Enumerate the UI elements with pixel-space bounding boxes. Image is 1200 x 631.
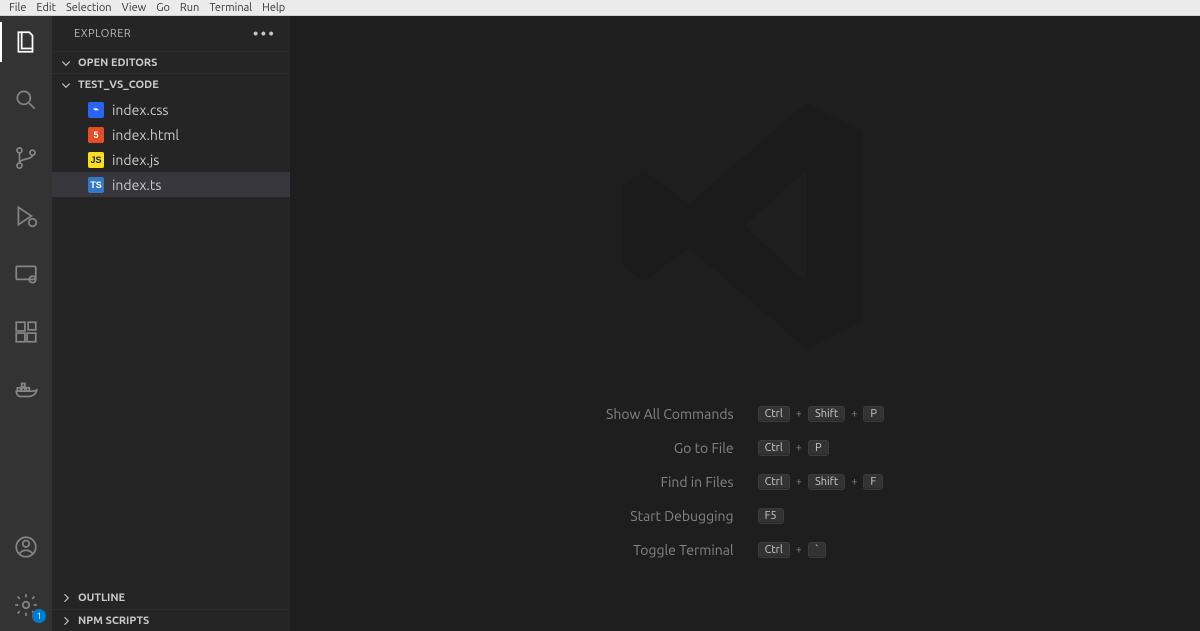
- kbd-key: `: [808, 542, 826, 558]
- vscode-watermark-icon: [605, 86, 885, 366]
- plus-icon: +: [796, 408, 802, 420]
- section-npm-scripts[interactable]: NPM SCRIPTS: [52, 609, 290, 631]
- menu-bar: File Edit Selection View Go Run Terminal…: [0, 0, 1200, 16]
- remote-icon: [13, 261, 39, 287]
- section-workspace[interactable]: TEST_VS_CODE: [52, 73, 290, 95]
- kbd-key: Ctrl: [758, 474, 790, 490]
- shortcut-keys: Ctrl + P: [758, 440, 884, 456]
- file-name: index.html: [112, 127, 179, 143]
- section-label: OUTLINE: [78, 592, 125, 604]
- menu-go[interactable]: Go: [151, 2, 175, 14]
- activity-bar: 1: [0, 16, 52, 631]
- workbench: 1 EXPLORER ••• OPEN EDITORS TEST_VS_CODE…: [0, 16, 1200, 631]
- section-open-editors[interactable]: OPEN EDITORS: [52, 51, 290, 73]
- file-name: index.css: [112, 102, 168, 118]
- file-name: index.ts: [112, 177, 161, 193]
- files-icon: [13, 29, 39, 55]
- menu-file[interactable]: File: [4, 2, 31, 14]
- activity-docker[interactable]: [0, 370, 52, 410]
- kbd-key: Shift: [808, 474, 845, 490]
- js-file-icon: JS: [88, 152, 104, 168]
- menu-terminal[interactable]: Terminal: [204, 2, 257, 14]
- chevron-down-icon: [60, 79, 72, 91]
- activity-remote[interactable]: [0, 254, 52, 294]
- kbd-key: F5: [758, 508, 784, 524]
- kbd-key: Ctrl: [758, 542, 790, 558]
- branch-icon: [13, 145, 39, 171]
- kbd-key: P: [863, 406, 884, 422]
- search-icon: [13, 87, 39, 113]
- activity-run-debug[interactable]: [0, 196, 52, 236]
- kbd-key: Ctrl: [758, 406, 790, 422]
- menu-view[interactable]: View: [117, 2, 152, 14]
- activity-extensions[interactable]: [0, 312, 52, 352]
- plus-icon: +: [851, 408, 857, 420]
- shortcut-label: Find in Files: [606, 474, 734, 490]
- menu-help[interactable]: Help: [257, 2, 290, 14]
- welcome-shortcuts: Show All Commands Ctrl + Shift + P Go to F…: [606, 406, 884, 558]
- activity-accounts[interactable]: [0, 527, 52, 567]
- section-label: OPEN EDITORS: [78, 57, 157, 69]
- file-name: index.js: [112, 152, 159, 168]
- activity-source-control[interactable]: [0, 138, 52, 178]
- css-file-icon: ⌁: [88, 102, 104, 118]
- activity-explorer[interactable]: [0, 22, 52, 62]
- file-row[interactable]: 5 index.html: [52, 122, 290, 147]
- ts-file-icon: TS: [88, 177, 104, 193]
- kbd-key: Shift: [808, 406, 845, 422]
- shortcut-label: Start Debugging: [606, 508, 734, 524]
- kbd-key: F: [863, 474, 883, 490]
- activity-settings[interactable]: 1: [0, 585, 52, 625]
- extensions-icon: [13, 319, 39, 345]
- editor-area: Show All Commands Ctrl + Shift + P Go to F…: [290, 16, 1200, 631]
- docker-icon: [13, 377, 39, 403]
- sidebar-title: EXPLORER: [74, 28, 131, 40]
- shortcut-keys: Ctrl + `: [758, 542, 884, 558]
- activity-bar-bottom: 1: [0, 527, 52, 625]
- account-icon: [13, 534, 39, 560]
- section-label: NPM SCRIPTS: [78, 615, 149, 627]
- shortcut-keys: Ctrl + Shift + F: [758, 474, 884, 490]
- menu-edit[interactable]: Edit: [31, 2, 61, 14]
- chevron-down-icon: [60, 57, 72, 69]
- sidebar-explorer: EXPLORER ••• OPEN EDITORS TEST_VS_CODE ⌁…: [52, 16, 290, 631]
- chevron-right-icon: [60, 592, 72, 604]
- plus-icon: +: [796, 544, 802, 556]
- menu-selection[interactable]: Selection: [61, 2, 117, 14]
- play-bug-icon: [13, 203, 39, 229]
- sidebar-title-row: EXPLORER •••: [52, 16, 290, 51]
- shortcut-keys: Ctrl + Shift + P: [758, 406, 884, 422]
- sidebar-bottom: OUTLINE NPM SCRIPTS: [52, 587, 290, 631]
- file-row[interactable]: TS index.ts: [52, 172, 290, 197]
- settings-badge: 1: [32, 609, 46, 623]
- plus-icon: +: [851, 476, 857, 488]
- workspace-name: TEST_VS_CODE: [78, 79, 159, 91]
- plus-icon: +: [796, 442, 802, 454]
- html-file-icon: 5: [88, 127, 104, 143]
- file-tree: ⌁ index.css 5 index.html JS index.js TS …: [52, 95, 290, 199]
- kbd-key: Ctrl: [758, 440, 790, 456]
- shortcut-label: Go to File: [606, 440, 734, 456]
- shortcut-label: Show All Commands: [606, 406, 734, 422]
- section-outline[interactable]: OUTLINE: [52, 587, 290, 609]
- kbd-key: P: [808, 440, 829, 456]
- shortcut-label: Toggle Terminal: [606, 542, 734, 558]
- file-row[interactable]: ⌁ index.css: [52, 97, 290, 122]
- shortcut-keys: F5: [758, 508, 884, 524]
- activity-search[interactable]: [0, 80, 52, 120]
- file-row[interactable]: JS index.js: [52, 147, 290, 172]
- plus-icon: +: [796, 476, 802, 488]
- sidebar-more-icon[interactable]: •••: [253, 25, 276, 43]
- menu-run[interactable]: Run: [175, 2, 204, 14]
- activity-bar-top: [0, 22, 52, 410]
- chevron-right-icon: [60, 615, 72, 627]
